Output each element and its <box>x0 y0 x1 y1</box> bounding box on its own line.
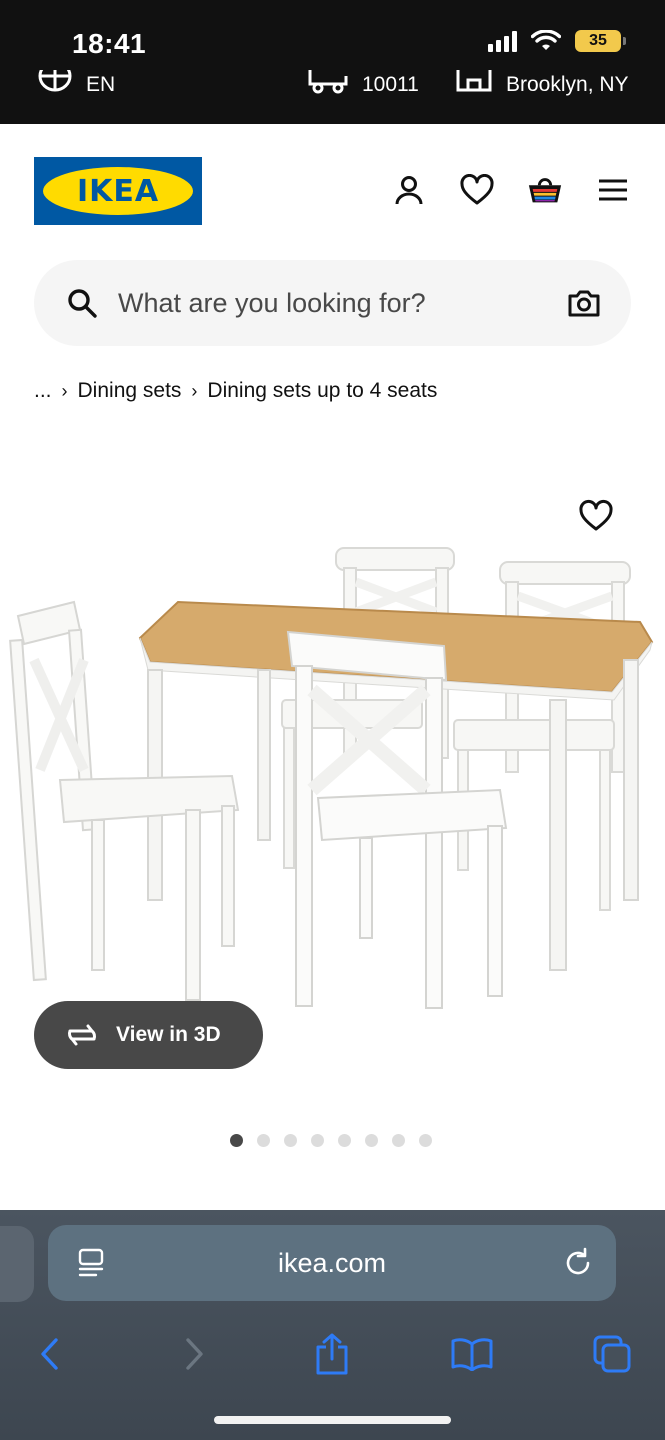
zip-selector[interactable]: 10011 <box>308 70 419 100</box>
logo-wordmark: IKEA <box>43 167 193 215</box>
header-actions <box>391 172 631 208</box>
language-label: EN <box>86 73 116 96</box>
battery-indicator: 35 <box>575 30 626 52</box>
status-time: 18:41 <box>72 28 147 59</box>
forward-chevron-icon[interactable] <box>172 1332 216 1376</box>
carousel-dot[interactable] <box>284 1134 297 1147</box>
carousel-dot[interactable] <box>392 1134 405 1147</box>
zip-label: 10011 <box>362 73 419 96</box>
ikea-logo[interactable]: IKEA <box>34 157 202 225</box>
previous-tab-preview[interactable] <box>0 1226 34 1302</box>
globe-icon <box>38 70 72 92</box>
url-text: ikea.com <box>277 1247 387 1278</box>
breadcrumb-item-dining-sets-4-seats[interactable]: Dining sets up to 4 seats <box>207 379 437 403</box>
search-bar[interactable]: What are you looking for? <box>34 260 631 346</box>
breadcrumb: ... › Dining sets › Dining sets up to 4 … <box>34 379 437 403</box>
truck-icon <box>308 70 348 94</box>
search-input[interactable]: What are you looking for? <box>118 288 567 319</box>
favorite-heart-icon[interactable] <box>578 498 614 534</box>
address-bar[interactable]: ikea.com <box>48 1225 616 1301</box>
carousel-dot[interactable] <box>257 1134 270 1147</box>
image-carousel-dots <box>230 1134 432 1147</box>
back-chevron-icon[interactable] <box>28 1332 72 1376</box>
tabs-icon[interactable] <box>590 1332 634 1376</box>
wifi-icon <box>531 30 561 50</box>
browser-nav-toolbar <box>0 1322 665 1388</box>
breadcrumb-item-dining-sets[interactable]: Dining sets <box>78 379 182 403</box>
store-selector[interactable]: Brooklyn, NY <box>456 70 629 100</box>
browser-toolbar: ikea.com <box>0 1210 665 1440</box>
language-selector[interactable]: EN <box>38 70 115 100</box>
menu-icon[interactable] <box>595 172 631 208</box>
share-icon[interactable] <box>310 1332 354 1376</box>
reload-icon[interactable] <box>562 1247 594 1279</box>
bookmarks-icon[interactable] <box>450 1332 494 1376</box>
breadcrumb-chevron-icon: › <box>61 380 68 401</box>
battery-level: 35 <box>589 32 607 49</box>
breadcrumb-chevron-icon: › <box>191 380 198 401</box>
cellular-signal-icon <box>488 30 517 52</box>
carousel-dot[interactable] <box>230 1134 243 1147</box>
page-menu-icon[interactable] <box>76 1248 106 1278</box>
product-image[interactable] <box>0 520 665 1040</box>
carousel-dot[interactable] <box>365 1134 378 1147</box>
store-label: Brooklyn, NY <box>506 73 629 96</box>
status-indicators: 35 <box>488 30 626 52</box>
camera-icon[interactable] <box>567 286 601 320</box>
heart-icon[interactable] <box>459 172 495 208</box>
carousel-dot[interactable] <box>419 1134 432 1147</box>
status-bar: 18:41 35 EN 10011 Brooklyn, NY <box>0 0 665 124</box>
view-in-3d-button[interactable]: View in 3D <box>34 1001 263 1069</box>
home-indicator[interactable] <box>214 1416 451 1424</box>
rotate-3d-icon <box>68 1024 96 1046</box>
carousel-dot[interactable] <box>338 1134 351 1147</box>
cart-icon[interactable] <box>527 172 563 208</box>
breadcrumb-ellipsis[interactable]: ... <box>34 379 52 403</box>
view-in-3d-label: View in 3D <box>116 1023 221 1046</box>
carousel-dot[interactable] <box>311 1134 324 1147</box>
utility-strip: EN 10011 Brooklyn, NY <box>0 70 665 100</box>
store-icon <box>456 70 492 92</box>
account-icon[interactable] <box>391 172 427 208</box>
search-icon <box>68 289 97 318</box>
